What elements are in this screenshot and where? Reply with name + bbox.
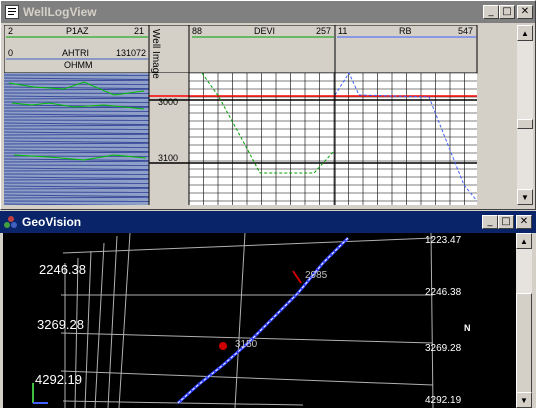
welllog-app-icon xyxy=(5,5,19,19)
geo-depth-label-upper: 2985 xyxy=(305,270,328,281)
geovision-viewport[interactable]: 2246.38 3269.28 4292.19 1223.47 2246.38 … xyxy=(3,233,516,408)
track1-min: 2 xyxy=(8,26,14,36)
track2-max: 131072 xyxy=(116,48,147,58)
welllog-title: WellLogView xyxy=(23,5,97,19)
geo-label-right-bottom: 4292.19 xyxy=(425,395,462,406)
rb-max: 547 xyxy=(458,26,474,36)
welllog-scrollbar[interactable]: ▲ ▼ xyxy=(517,25,533,205)
welllog-maximize-button[interactable]: □ xyxy=(499,5,515,19)
scroll-up-button[interactable]: ▲ xyxy=(517,25,533,41)
devi-max: 257 xyxy=(316,26,332,36)
geovision-title: GeoVision xyxy=(22,215,82,229)
welllog-titlebar[interactable]: WellLogView _ □ ✕ xyxy=(1,1,535,23)
geovision-app-icon xyxy=(4,215,18,229)
welllog-minimize-button[interactable]: _ xyxy=(483,5,499,19)
geo-scroll-down-button[interactable]: ▼ xyxy=(516,392,532,408)
track2-unit: OHMM xyxy=(64,60,93,70)
geovision-close-button[interactable]: ✕ xyxy=(516,215,532,229)
geo-label-left2: 3269.28 xyxy=(37,317,84,332)
geo-depth-label-lower: 3150 xyxy=(235,339,258,350)
geo-label-left1: 2246.38 xyxy=(39,262,86,277)
devi-name: DEVI xyxy=(254,26,276,36)
depth-marker-lower xyxy=(219,342,227,350)
welllog-close-button[interactable]: ✕ xyxy=(517,5,533,19)
geovision-maximize-button[interactable]: □ xyxy=(498,215,514,229)
geo-label-left3: 4292.19 xyxy=(35,372,82,387)
geo-label-right-mid: 2246.38 xyxy=(425,287,462,298)
geo-scroll-thumb[interactable] xyxy=(516,293,532,393)
geo-grid xyxy=(60,233,434,408)
geovision-scrollbar[interactable]: ▲ ▼ xyxy=(516,233,532,408)
log-area[interactable]: 2 P1AZ 21 0 AHTRI 131072 OHMM Well Image… xyxy=(4,25,516,205)
track1-max: 21 xyxy=(134,26,145,36)
depth-tick-3000: 3000 xyxy=(158,97,179,107)
geo-label-right-low: 3269.28 xyxy=(425,343,462,354)
track1-name: P1AZ xyxy=(66,26,89,36)
well-image-label: Well Image xyxy=(150,29,161,79)
geo-scroll-up-button[interactable]: ▲ xyxy=(516,233,532,249)
devi-min: 88 xyxy=(192,26,203,36)
north-indicator: N xyxy=(464,323,471,333)
geovision-minimize-button[interactable]: _ xyxy=(482,215,498,229)
welllog-window: WellLogView _ □ ✕ 2 P1AZ 21 0 AHTRI 1310… xyxy=(0,0,536,210)
track2-min: 0 xyxy=(8,48,14,58)
geo-label-right-top: 1223.47 xyxy=(425,235,462,246)
rb-min: 11 xyxy=(338,26,348,36)
rb-name: RB xyxy=(399,26,412,36)
geovision-window: GeoVision _ □ ✕ 2246.38 3269.28 4292.19 … xyxy=(0,211,536,408)
geovision-titlebar[interactable]: GeoVision _ □ ✕ xyxy=(0,211,536,233)
track2-name: AHTRI xyxy=(62,48,89,58)
scroll-down-button[interactable]: ▼ xyxy=(517,189,533,205)
depth-marker-upper xyxy=(292,270,302,284)
depth-tick-3100: 3100 xyxy=(158,153,179,163)
scroll-thumb[interactable] xyxy=(517,119,533,129)
